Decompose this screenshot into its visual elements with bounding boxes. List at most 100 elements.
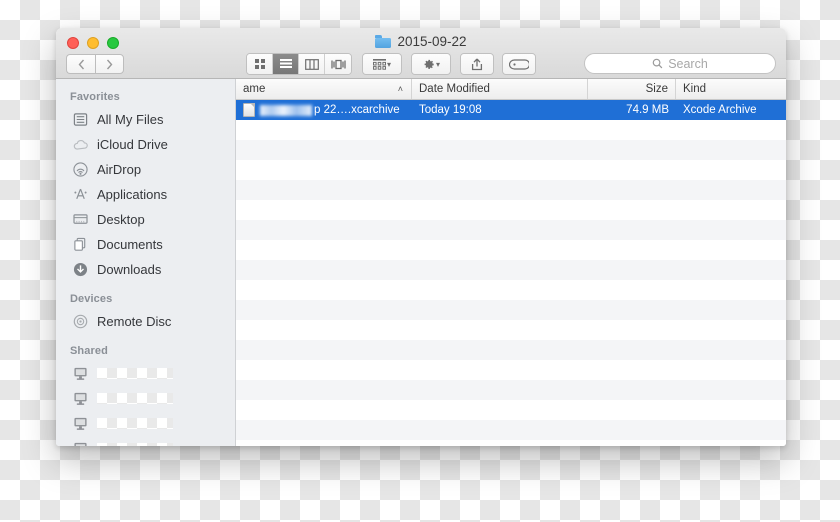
sidebar-item-label-redacted <box>97 443 173 446</box>
table-row-empty <box>236 160 786 180</box>
file-list-column-headers: ame ˄ Date Modified Size Kind <box>236 79 786 100</box>
tag-control <box>502 53 536 75</box>
table-row-empty <box>236 120 786 140</box>
chevron-down-icon: ▾ <box>436 60 440 69</box>
table-row-empty <box>236 180 786 200</box>
sidebar-item-label: Desktop <box>97 212 145 227</box>
share-control <box>460 53 494 75</box>
forward-button[interactable] <box>95 54 124 74</box>
sidebar-item-applications[interactable]: Applications <box>56 182 235 207</box>
desktop-icon <box>72 211 89 228</box>
sidebar-item-downloads[interactable]: Downloads <box>56 257 235 282</box>
downloads-icon <box>72 261 89 278</box>
computer-icon <box>72 415 89 432</box>
remote-disc-icon <box>72 313 89 330</box>
airdrop-icon <box>72 161 89 178</box>
view-mode-segmented-control <box>246 53 352 75</box>
sidebar-item-icloud-drive[interactable]: iCloud Drive <box>56 132 235 157</box>
table-row-empty <box>236 280 786 300</box>
coverflow-view-icon <box>331 59 346 70</box>
navigation-buttons <box>66 54 124 74</box>
search-field[interactable]: Search <box>584 53 776 74</box>
sidebar-item-all-my-files[interactable]: All My Files <box>56 107 235 132</box>
column-view-icon <box>305 59 319 70</box>
cell-date-modified: Today 19:08 <box>412 100 588 120</box>
table-row[interactable]: p 22….xcarchive Today 19:08 74.9 MB Xcod… <box>236 100 786 120</box>
sidebar-item-documents[interactable]: Documents <box>56 232 235 257</box>
window-title: 2015-09-22 <box>56 34 786 49</box>
cell-kind: Xcode Archive <box>676 100 786 120</box>
column-view-button[interactable] <box>299 54 325 74</box>
table-row-empty <box>236 380 786 400</box>
table-row-empty <box>236 420 786 440</box>
share-button[interactable] <box>461 54 493 74</box>
chevron-down-icon: ▾ <box>387 60 391 69</box>
search-placeholder: Search <box>668 57 708 71</box>
table-row-empty <box>236 400 786 420</box>
finder-window: 2015-09-22 <box>56 28 786 446</box>
sort-ascending-icon: ˄ <box>398 85 403 94</box>
column-header-date-modified[interactable]: Date Modified <box>412 79 588 99</box>
sidebar-item-shared-computer[interactable] <box>56 386 235 411</box>
applications-icon <box>72 186 89 203</box>
sidebar-item-label: All My Files <box>97 112 163 127</box>
arrange-icon <box>373 59 386 70</box>
table-row-empty <box>236 260 786 280</box>
table-row-empty <box>236 140 786 160</box>
icon-view-icon <box>254 58 266 70</box>
sidebar-item-label-redacted <box>97 393 173 404</box>
sidebar-item-label: Remote Disc <box>97 314 171 329</box>
column-header-name-label: ame <box>243 83 265 95</box>
table-row-empty <box>236 300 786 320</box>
sidebar-item-label: Applications <box>97 187 167 202</box>
folder-icon <box>375 35 391 48</box>
table-row-empty <box>236 220 786 240</box>
cell-name-text: p 22….xcarchive <box>314 104 400 116</box>
icon-view-button[interactable] <box>247 54 273 74</box>
window-title-text: 2015-09-22 <box>397 34 466 49</box>
file-list: ame ˄ Date Modified Size Kind p 22….xcar… <box>236 79 786 446</box>
sidebar-item-airdrop[interactable]: AirDrop <box>56 157 235 182</box>
sidebar-item-label: AirDrop <box>97 162 141 177</box>
action-control: ▾ <box>411 53 451 75</box>
search-icon <box>652 58 663 69</box>
sidebar-item-label: Documents <box>97 237 163 252</box>
window-content: Favorites All My Files <box>56 79 786 446</box>
cell-name: p 22….xcarchive <box>236 100 412 120</box>
list-view-button[interactable] <box>273 54 299 74</box>
column-header-kind[interactable]: Kind <box>676 79 786 99</box>
sidebar-item-shared-computer[interactable] <box>56 361 235 386</box>
column-header-date-label: Date Modified <box>419 83 490 95</box>
window-titlebar: 2015-09-22 <box>56 28 786 79</box>
table-row-empty <box>236 440 786 446</box>
sidebar: Favorites All My Files <box>56 79 236 446</box>
sidebar-item-remote-disc[interactable]: Remote Disc <box>56 309 235 334</box>
sidebar-item-label-redacted <box>97 368 173 379</box>
sidebar-section-devices-title: Devices <box>56 282 235 309</box>
document-icon <box>243 103 255 117</box>
chevron-left-icon <box>78 59 85 70</box>
coverflow-view-button[interactable] <box>325 54 351 74</box>
column-header-name[interactable]: ame ˄ <box>236 79 412 99</box>
action-button[interactable]: ▾ <box>412 54 450 74</box>
sidebar-item-label-redacted <box>97 418 173 429</box>
column-header-size[interactable]: Size <box>588 79 676 99</box>
sidebar-section-shared-title: Shared <box>56 334 235 361</box>
documents-icon <box>72 236 89 253</box>
table-row-empty <box>236 320 786 340</box>
gear-icon <box>422 58 435 71</box>
sidebar-item-shared-computer[interactable] <box>56 411 235 436</box>
tag-button[interactable] <box>503 54 535 74</box>
filename-redacted <box>260 105 312 116</box>
sidebar-item-label: iCloud Drive <box>97 137 168 152</box>
sidebar-item-desktop[interactable]: Desktop <box>56 207 235 232</box>
sidebar-item-shared-computer[interactable] <box>56 436 235 446</box>
chevron-right-icon <box>106 59 113 70</box>
back-button[interactable] <box>66 54 95 74</box>
sidebar-section-favorites-title: Favorites <box>56 88 235 107</box>
column-header-kind-label: Kind <box>683 83 706 95</box>
table-row-empty <box>236 340 786 360</box>
all-my-files-icon <box>72 111 89 128</box>
arrange-button[interactable]: ▾ <box>363 54 401 74</box>
computer-icon <box>72 365 89 382</box>
